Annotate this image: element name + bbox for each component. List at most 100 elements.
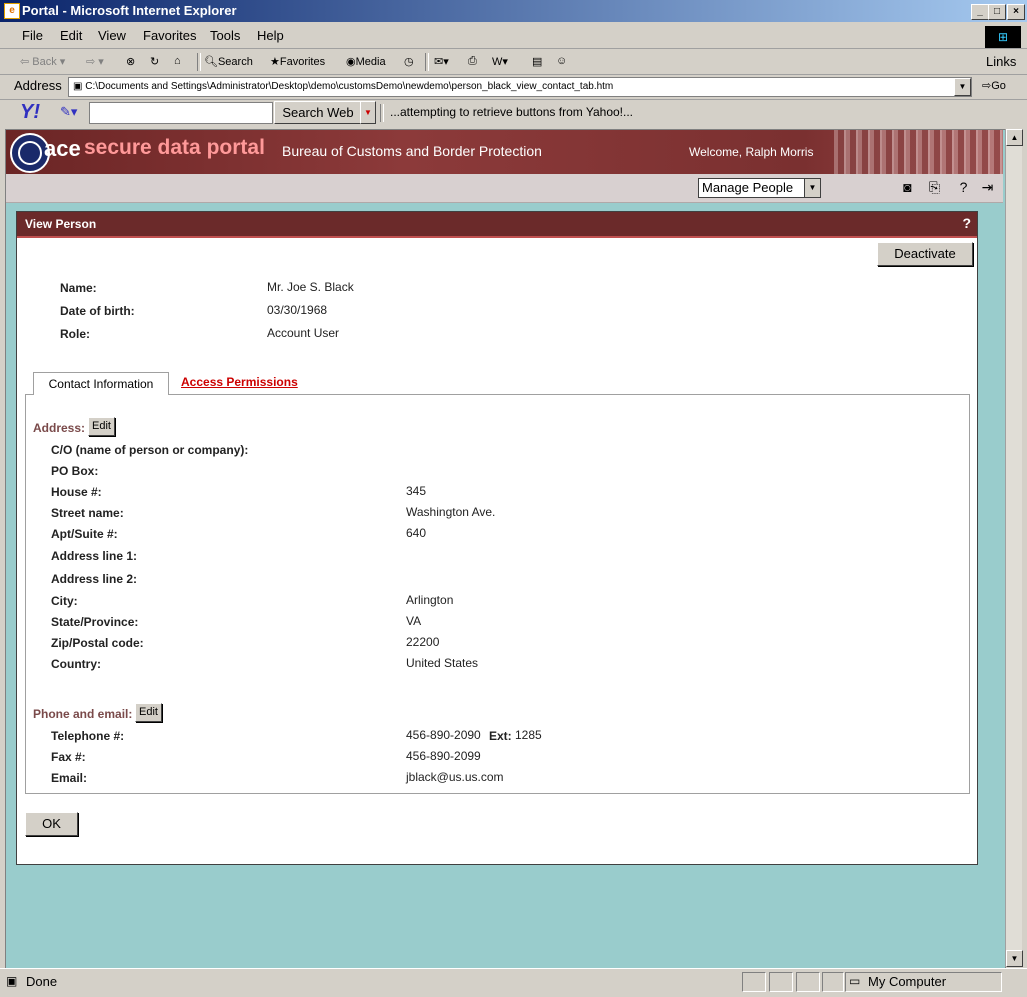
- address-field-label: PO Box:: [51, 464, 99, 478]
- address-field-value: 640: [406, 526, 427, 540]
- role-value: Account User: [267, 326, 340, 340]
- menu-bar: File Edit View Favorites Tools Help ⊞: [0, 24, 1027, 49]
- go-label: Go: [991, 80, 1006, 92]
- menu-favorites[interactable]: Favorites: [143, 28, 196, 43]
- menu-edit[interactable]: Edit: [60, 28, 82, 43]
- agency-name: Bureau of Customs and Border Protection: [282, 143, 542, 159]
- pencil-icon[interactable]: ✎▾: [60, 104, 77, 120]
- links-button[interactable]: Links: [986, 54, 1016, 69]
- messenger-icon[interactable]: ☺: [556, 55, 567, 67]
- close-button[interactable]: ×: [1007, 4, 1025, 20]
- scroll-down-icon[interactable]: ▼: [1006, 950, 1023, 967]
- refresh-icon[interactable]: ↻: [150, 55, 159, 68]
- menu-view[interactable]: View: [98, 28, 126, 43]
- tab-contact-information[interactable]: Contact Information: [33, 372, 169, 395]
- address-field-value: 345: [406, 484, 427, 498]
- address-field-label: Zip/Postal code:: [51, 636, 144, 650]
- address-field-value: 22200: [406, 635, 440, 649]
- ext-label: Ext:: [489, 729, 512, 743]
- home-icon[interactable]: ⌂: [174, 55, 181, 67]
- yahoo-logo[interactable]: Y!: [20, 101, 40, 124]
- discuss-icon[interactable]: ▤: [532, 55, 542, 68]
- address-label: Address: [14, 78, 62, 93]
- manage-select[interactable]: Manage People ▼: [698, 178, 821, 198]
- panel-header: View Person ?: [17, 212, 977, 238]
- address-field-value: United States: [406, 656, 479, 670]
- role-label: Role:: [60, 327, 90, 341]
- page-done-icon: ▣: [6, 974, 18, 988]
- address-input[interactable]: ▣ C:\Documents and Settings\Administrato…: [68, 77, 972, 97]
- menu-help[interactable]: Help: [257, 28, 284, 43]
- address-field-label: Apt/Suite #:: [51, 527, 118, 541]
- forward-button[interactable]: ⇨ ▾: [86, 55, 104, 68]
- minimize-button[interactable]: _: [971, 4, 989, 20]
- deactivate-button[interactable]: Deactivate: [877, 242, 973, 266]
- edit-word-icon[interactable]: W▾: [492, 55, 508, 68]
- menu-tools[interactable]: Tools: [210, 28, 240, 43]
- vertical-scrollbar[interactable]: ▲ ▼: [1005, 129, 1023, 967]
- status-text: Done: [26, 974, 58, 989]
- fax-value: 456-890-2099: [406, 749, 481, 763]
- search-web-button[interactable]: Search Web: [274, 101, 362, 124]
- back-button[interactable]: ⇦ Back ▾: [20, 55, 65, 68]
- yahoo-status-text: ...attempting to retrieve buttons from Y…: [390, 105, 634, 119]
- favorites-label: Favorites: [279, 56, 326, 68]
- yahoo-toolbar: Y! ✎▾ Search Web ▼ ...attempting to retr…: [0, 100, 1027, 126]
- flags-image: [834, 130, 1003, 174]
- address-edit-button[interactable]: Edit: [88, 417, 115, 436]
- address-bar: Address ▣ C:\Documents and Settings\Admi…: [0, 54, 1027, 100]
- page-icon: ▣: [73, 81, 83, 92]
- favorites-button[interactable]: ★Favorites: [270, 55, 325, 68]
- address-field-value: Arlington: [406, 593, 454, 607]
- media-label: Media: [355, 56, 386, 68]
- chevron-down-icon: ▼: [804, 179, 820, 197]
- panel-help-icon[interactable]: ?: [962, 215, 971, 231]
- mail-icon[interactable]: ✉▾: [434, 55, 449, 68]
- portal-nav-bar: Manage People ▼ ◙ ⎘ ? ⇥: [6, 174, 1003, 203]
- standard-toolbar: ⇦ Back ▾ ⇨ ▾ ⊗ ↻ ⌂ 🔍︎Search ★Favorites ◉…: [0, 50, 1027, 75]
- telephone-label: Telephone #:: [51, 729, 125, 743]
- ie-app-icon: e: [4, 3, 20, 19]
- status-bar: ▣ Done ▭ My Computer: [0, 968, 1027, 997]
- phone-edit-button[interactable]: Edit: [135, 703, 162, 722]
- back-label: Back: [32, 56, 57, 68]
- computer-icon: ▭: [849, 974, 861, 988]
- go-button[interactable]: ⇨Go: [982, 79, 1006, 92]
- address-field-label: Address line 1:: [51, 549, 138, 563]
- address-field-label: Street name:: [51, 506, 124, 520]
- media-button[interactable]: ◉Media: [346, 55, 386, 68]
- folders-icon[interactable]: ⎘: [926, 179, 943, 196]
- stop-icon[interactable]: ⊗: [126, 55, 135, 68]
- maximize-button[interactable]: □: [988, 4, 1006, 20]
- email-value: jblack@us.us.com: [406, 770, 504, 784]
- address-field-label: Address line 2:: [51, 572, 138, 586]
- yahoo-search-input[interactable]: [89, 102, 273, 124]
- scroll-up-icon[interactable]: ▲: [1006, 129, 1023, 146]
- windows-logo-icon: ⊞: [985, 26, 1021, 48]
- home-portal-icon[interactable]: ◙: [899, 179, 916, 196]
- name-label: Name:: [60, 281, 97, 295]
- address-field-label: State/Province:: [51, 615, 139, 629]
- portal-banner: ace secure data portal Bureau of Customs…: [6, 130, 1003, 174]
- print-icon[interactable]: ⎙: [468, 55, 477, 68]
- logout-icon[interactable]: ⇥: [979, 179, 996, 196]
- manage-select-value: Manage People: [702, 180, 794, 195]
- panel-title: View Person: [25, 217, 97, 231]
- search-label: Search: [217, 56, 253, 68]
- history-icon[interactable]: ◷: [404, 55, 414, 68]
- email-label: Email:: [51, 771, 88, 785]
- help-icon[interactable]: ?: [955, 179, 972, 196]
- ok-button[interactable]: OK: [25, 812, 78, 836]
- tab-access-permissions[interactable]: Access Permissions: [181, 375, 298, 389]
- address-field-label: C/O (name of person or company):: [51, 443, 249, 457]
- menu-file[interactable]: File: [22, 28, 43, 43]
- address-url: C:\Documents and Settings\Administrator\…: [85, 81, 614, 92]
- dob-label: Date of birth:: [60, 304, 135, 318]
- search-button[interactable]: 🔍︎Search: [204, 55, 253, 68]
- search-web-dropdown-icon[interactable]: ▼: [360, 101, 376, 124]
- zone-pane: ▭ My Computer: [845, 972, 1002, 992]
- welcome-text: Welcome, Ralph Morris: [689, 145, 814, 159]
- page-viewport: ace secure data portal Bureau of Customs…: [5, 129, 1006, 969]
- contact-tab-content: Address: Edit C/O (name of person or com…: [25, 394, 970, 794]
- address-dropdown-icon[interactable]: ▼: [954, 78, 971, 96]
